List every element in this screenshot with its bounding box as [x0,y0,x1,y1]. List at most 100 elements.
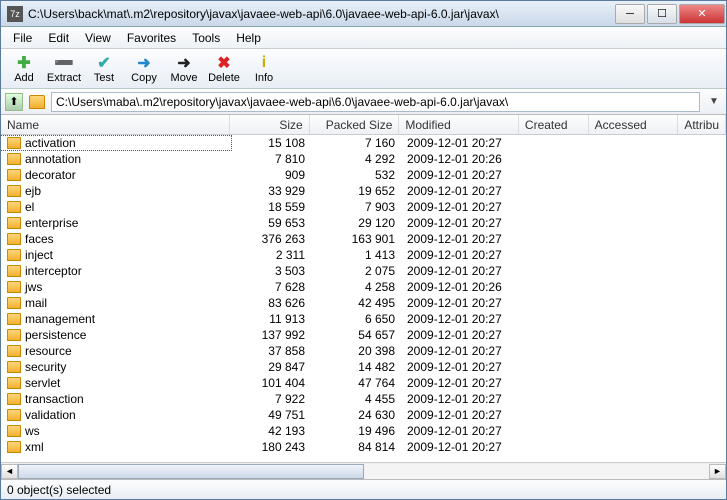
menu-help[interactable]: Help [228,29,269,47]
path-dropdown-button[interactable]: ▼ [706,96,722,107]
x-icon: ✖ [215,54,233,72]
cell-modified: 2009-12-01 20:27 [401,296,521,310]
folder-icon [7,185,21,197]
menu-view[interactable]: View [77,29,119,47]
cell-modified: 2009-12-01 20:27 [401,312,521,326]
table-row[interactable]: management11 9136 6502009-12-01 20:27 [1,311,726,327]
menu-edit[interactable]: Edit [40,29,77,47]
cell-packed: 7 160 [311,136,401,150]
table-row[interactable]: ws42 19319 4962009-12-01 20:27 [1,423,726,439]
table-row[interactable]: servlet101 40447 7642009-12-01 20:27 [1,375,726,391]
folder-icon [7,329,21,341]
col-packed[interactable]: Packed Size [310,115,400,134]
column-headers: Name Size Packed Size Modified Created A… [1,115,726,135]
cell-size: 59 653 [231,216,311,230]
folder-icon [7,169,21,181]
toolbar: ✚Add ➖Extract ✔Test ➜Copy ➜Move ✖Delete … [1,49,726,89]
add-button[interactable]: ✚Add [5,51,43,87]
scroll-thumb[interactable] [18,464,364,479]
cell-modified: 2009-12-01 20:27 [401,440,521,454]
cell-packed: 20 398 [311,344,401,358]
col-attributes[interactable]: Attribu [678,115,726,134]
scroll-right-button[interactable]: ► [709,464,726,479]
table-row[interactable]: resource37 85820 3982009-12-01 20:27 [1,343,726,359]
table-row[interactable]: validation49 75124 6302009-12-01 20:27 [1,407,726,423]
cell-name: el [1,200,231,214]
cell-name: ejb [1,184,231,198]
table-row[interactable]: jws7 6284 2582009-12-01 20:26 [1,279,726,295]
col-size[interactable]: Size [230,115,310,134]
table-row[interactable]: ejb33 92919 6522009-12-01 20:27 [1,183,726,199]
minus-icon: ➖ [55,54,73,72]
table-row[interactable]: activation15 1087 1602009-12-01 20:27 [1,135,726,151]
table-row[interactable]: el18 5597 9032009-12-01 20:27 [1,199,726,215]
cell-name: xml [1,440,231,454]
cell-modified: 2009-12-01 20:27 [401,408,521,422]
table-row[interactable]: faces376 263163 9012009-12-01 20:27 [1,231,726,247]
file-list[interactable]: Name Size Packed Size Modified Created A… [1,115,726,462]
copy-button[interactable]: ➜Copy [125,51,163,87]
cell-packed: 6 650 [311,312,401,326]
cell-name: ws [1,424,231,438]
window-title: C:\Users\back\mat\.m2\repository\javax\j… [28,7,614,21]
cell-name: transaction [1,392,231,406]
table-row[interactable]: mail83 62642 4952009-12-01 20:27 [1,295,726,311]
test-button[interactable]: ✔Test [85,51,123,87]
info-button[interactable]: iInfo [245,51,283,87]
cell-modified: 2009-12-01 20:26 [401,280,521,294]
col-accessed[interactable]: Accessed [589,115,679,134]
arrow-right-icon: ➜ [135,54,153,72]
cell-size: 7 628 [231,280,311,294]
cell-modified: 2009-12-01 20:27 [401,328,521,342]
cell-size: 29 847 [231,360,311,374]
cell-size: 49 751 [231,408,311,422]
cell-packed: 532 [311,168,401,182]
up-button[interactable]: ⬆ [5,93,23,111]
table-row[interactable]: security29 84714 4822009-12-01 20:27 [1,359,726,375]
table-row[interactable]: annotation7 8104 2922009-12-01 20:26 [1,151,726,167]
folder-icon [29,95,45,109]
menu-file[interactable]: File [5,29,40,47]
cell-packed: 4 258 [311,280,401,294]
cell-size: 7 922 [231,392,311,406]
plus-icon: ✚ [15,54,33,72]
extract-button[interactable]: ➖Extract [45,51,83,87]
table-row[interactable]: inject2 3111 4132009-12-01 20:27 [1,247,726,263]
cell-size: 101 404 [231,376,311,390]
maximize-button[interactable]: ☐ [647,4,677,24]
cell-modified: 2009-12-01 20:27 [401,424,521,438]
path-input[interactable]: C:\Users\maba\.m2\repository\javax\javae… [51,92,700,112]
folder-icon [7,377,21,389]
delete-button[interactable]: ✖Delete [205,51,243,87]
scroll-left-button[interactable]: ◄ [1,464,18,479]
col-modified[interactable]: Modified [399,115,519,134]
menu-favorites[interactable]: Favorites [119,29,184,47]
folder-icon [7,297,21,309]
table-row[interactable]: persistence137 99254 6572009-12-01 20:27 [1,327,726,343]
table-row[interactable]: xml180 24384 8142009-12-01 20:27 [1,439,726,455]
cell-modified: 2009-12-01 20:27 [401,248,521,262]
col-name[interactable]: Name [1,115,230,134]
scroll-track[interactable] [18,464,709,479]
table-row[interactable]: enterprise59 65329 1202009-12-01 20:27 [1,215,726,231]
table-row[interactable]: transaction7 9224 4552009-12-01 20:27 [1,391,726,407]
folder-icon [7,313,21,325]
menu-tools[interactable]: Tools [184,29,228,47]
table-row[interactable]: decorator9095322009-12-01 20:27 [1,167,726,183]
cell-packed: 29 120 [311,216,401,230]
cell-name: faces [1,232,231,246]
cell-packed: 7 903 [311,200,401,214]
folder-icon [7,361,21,373]
minimize-button[interactable]: ─ [615,4,645,24]
cell-name: security [1,360,231,374]
col-created[interactable]: Created [519,115,589,134]
folder-icon [7,425,21,437]
app-icon: 7z [7,6,23,22]
move-button[interactable]: ➜Move [165,51,203,87]
close-button[interactable]: ✕ [679,4,725,24]
horizontal-scrollbar[interactable]: ◄ ► [1,462,726,479]
cell-packed: 2 075 [311,264,401,278]
table-row[interactable]: interceptor3 5032 0752009-12-01 20:27 [1,263,726,279]
title-bar[interactable]: 7z C:\Users\back\mat\.m2\repository\java… [1,1,726,27]
cell-name: mail [1,296,231,310]
